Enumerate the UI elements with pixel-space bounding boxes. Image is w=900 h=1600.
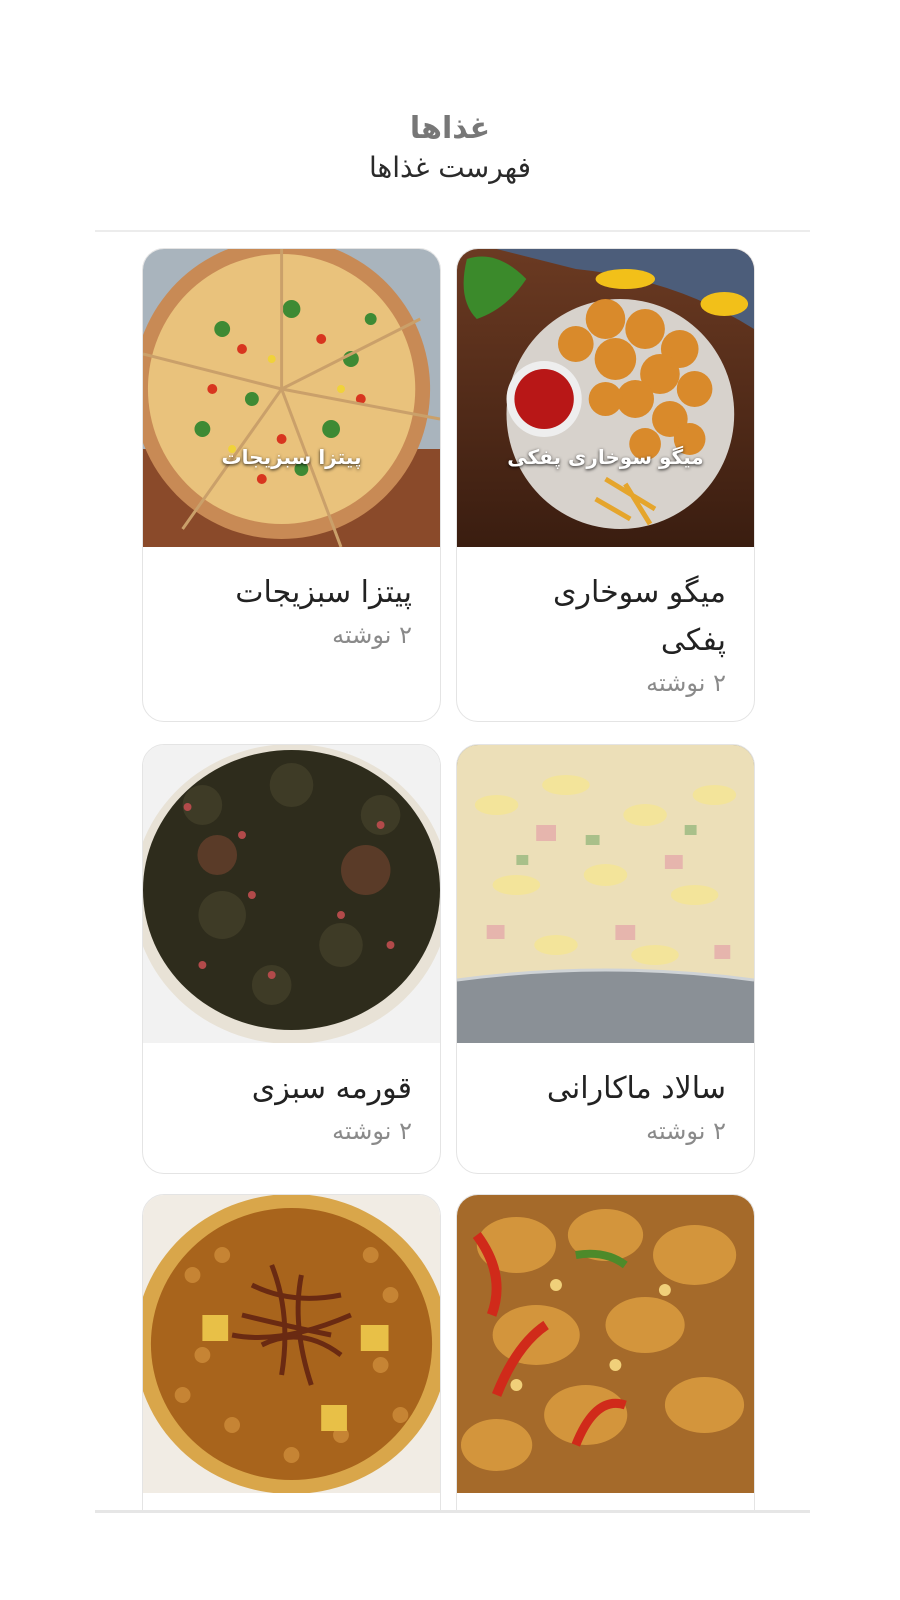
food-title[interactable]: قورمه سبزی — [171, 1065, 412, 1113]
food-title[interactable]: پیتزا سبزیجات — [171, 569, 412, 617]
post-count: ۲ نوشته — [646, 1117, 726, 1145]
post-count: ۲ نوشته — [646, 669, 726, 697]
post-count: ۲ نوشته — [332, 621, 412, 649]
food-title[interactable]: سالاد ماکارانی — [485, 1065, 726, 1113]
food-list-screen: غذاها فهرست غذاها میگو سوخاری پفکی میگو … — [0, 0, 900, 1600]
fried-shrimp-image: میگو سوخاری پفکی — [457, 249, 754, 547]
header-divider — [95, 230, 810, 232]
page-title: غذاها — [409, 111, 491, 146]
post-count: ۲ نوشته — [332, 1117, 412, 1145]
lentil-stew-image — [143, 1195, 440, 1493]
food-title[interactable]: میگو سوخاری پفکی — [485, 569, 726, 665]
food-card[interactable] — [142, 1194, 441, 1510]
image-caption: پیتزا سبزیجات — [221, 445, 362, 469]
roast-chicken-image — [457, 1195, 754, 1493]
food-card[interactable]: سالاد ماکارانی ۲ نوشته — [456, 744, 755, 1174]
food-grid-viewport[interactable]: میگو سوخاری پفکی میگو سوخاری پفکی ۲ نوشت… — [142, 248, 757, 1510]
food-card[interactable]: میگو سوخاری پفکی میگو سوخاری پفکی ۲ نوشت… — [456, 248, 755, 722]
page-subtitle: فهرست غذاها — [368, 151, 531, 184]
food-card[interactable]: قورمه سبزی ۲ نوشته — [142, 744, 441, 1174]
page-header: غذاها فهرست غذاها — [0, 110, 900, 186]
image-caption: میگو سوخاری پفکی — [507, 445, 704, 469]
macaroni-salad-image — [457, 745, 754, 1043]
bottom-divider — [95, 1510, 810, 1513]
food-card[interactable]: پیتزا سبزیجات پیتزا سبزیجات ۲ نوشته — [142, 248, 441, 722]
vegetable-pizza-image: پیتزا سبزیجات — [143, 249, 440, 547]
food-card[interactable] — [456, 1194, 755, 1510]
ghormeh-sabzi-image — [143, 745, 440, 1043]
